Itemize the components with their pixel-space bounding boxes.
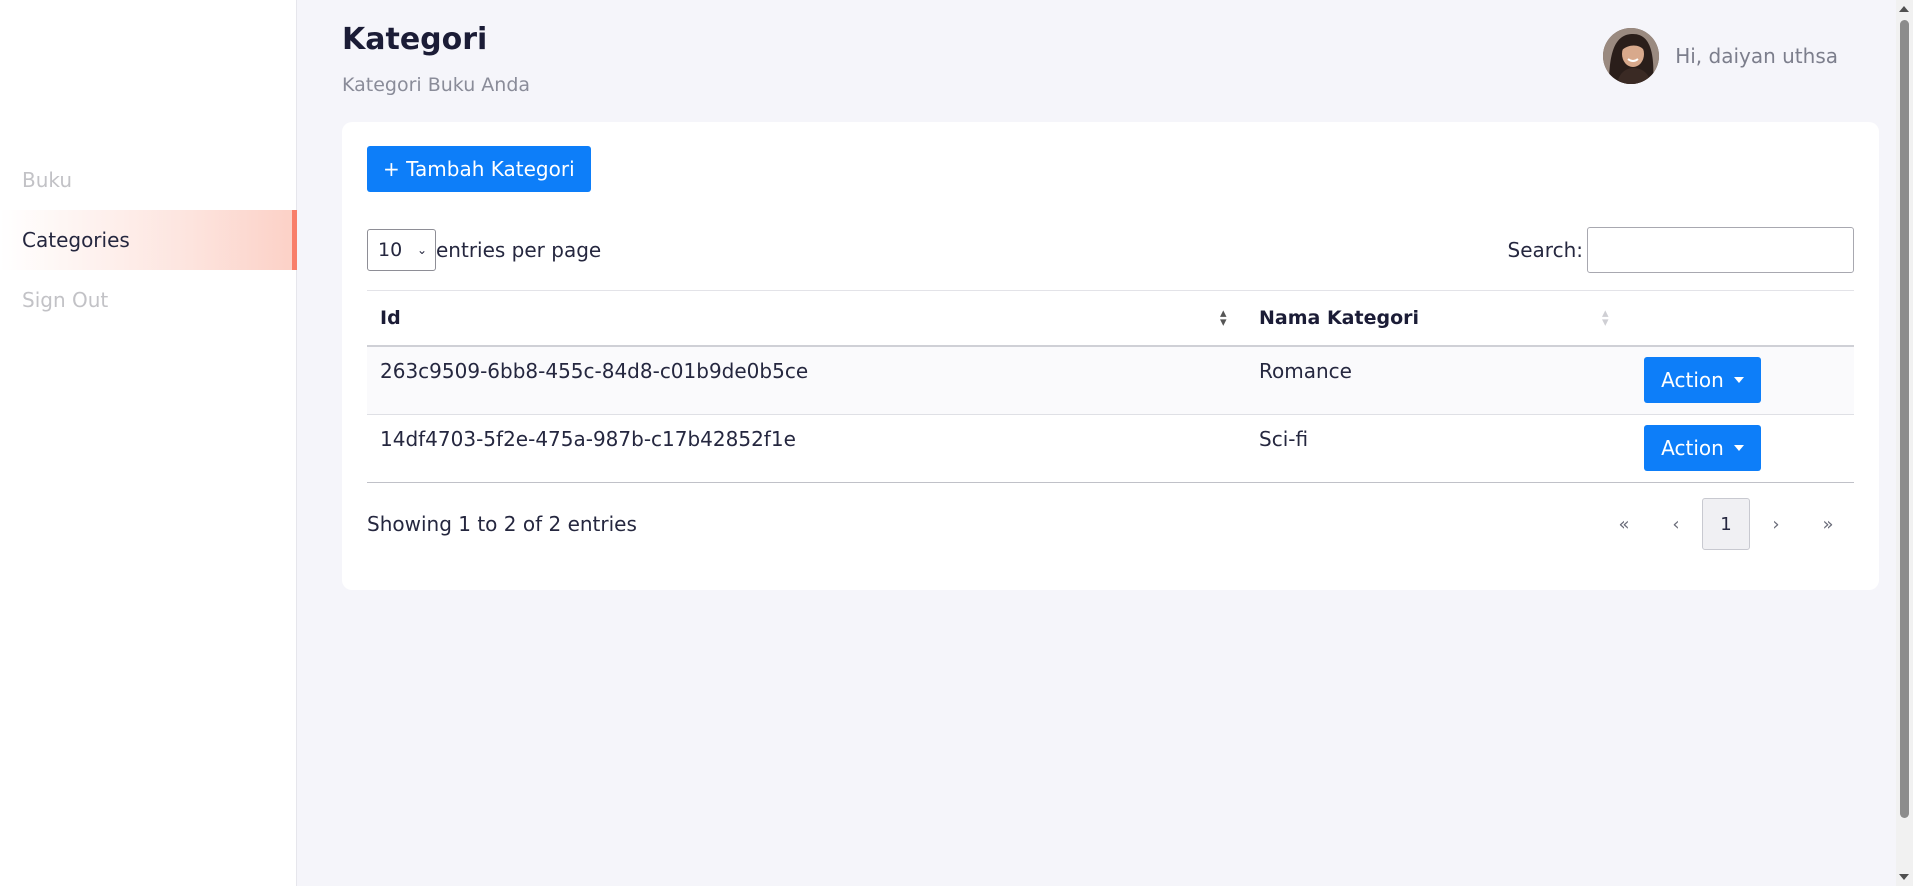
sort-desc-icon[interactable]: ▴ ▾ bbox=[1220, 307, 1227, 329]
column-header-name[interactable]: Nama Kategori bbox=[1259, 307, 1419, 329]
entries-label: entries per page bbox=[436, 238, 602, 262]
sidebar-item-categories[interactable]: Categories bbox=[0, 210, 297, 270]
sidebar-item-sign-out[interactable]: Sign Out bbox=[0, 270, 297, 330]
entries-per-page: 10 ⌄ entries per page bbox=[367, 229, 601, 271]
chevron-down-icon: ⌄ bbox=[416, 243, 427, 257]
action-label: Action bbox=[1661, 368, 1724, 392]
first-page-button[interactable]: « bbox=[1598, 498, 1650, 550]
user-greeting: Hi, daiyan uthsa bbox=[1675, 44, 1838, 68]
caret-down-icon bbox=[1733, 445, 1744, 451]
add-category-button[interactable]: + Tambah Kategori bbox=[367, 146, 591, 192]
categories-table: Id ▴ ▾ Nama Kategori ▴ ▾ 263c9509-6bb8-455… bbox=[367, 290, 1854, 483]
sidebar-item-buku[interactable]: Buku bbox=[0, 150, 297, 210]
search-input[interactable] bbox=[1587, 227, 1854, 273]
sidebar-item-label: Categories bbox=[22, 228, 130, 252]
category-name: Sci-fi bbox=[1259, 427, 1309, 451]
prev-page-button[interactable]: ‹ bbox=[1650, 498, 1702, 550]
entries-select[interactable]: 10 ⌄ bbox=[367, 229, 436, 271]
table-info: Showing 1 to 2 of 2 entries bbox=[367, 512, 637, 536]
page-1-button[interactable]: 1 bbox=[1702, 498, 1750, 550]
search: Search: bbox=[1508, 227, 1854, 273]
page-title: Kategori bbox=[342, 22, 488, 57]
categories-card: + Tambah Kategori 10 ⌄ entries per page … bbox=[342, 122, 1879, 590]
table-row: 263c9509-6bb8-455c-84d8-c01b9de0b5ce Rom… bbox=[367, 347, 1854, 415]
action-button[interactable]: Action bbox=[1644, 357, 1761, 403]
avatar[interactable] bbox=[1603, 28, 1660, 84]
action-button[interactable]: Action bbox=[1644, 425, 1761, 471]
category-id: 263c9509-6bb8-455c-84d8-c01b9de0b5ce bbox=[380, 359, 809, 383]
sidebar: Buku Categories Sign Out bbox=[0, 0, 297, 886]
pagination: « ‹ 1 › » bbox=[1598, 498, 1854, 550]
table-header: Id ▴ ▾ Nama Kategori ▴ ▾ bbox=[367, 291, 1854, 347]
sort-icon[interactable]: ▴ ▾ bbox=[1602, 307, 1609, 329]
category-id: 14df4703-5f2e-475a-987b-c17b42852f1e bbox=[380, 427, 796, 451]
column-header-id[interactable]: Id bbox=[380, 307, 401, 329]
page-subtitle: Kategori Buku Anda bbox=[342, 74, 531, 96]
user-menu[interactable]: Hi, daiyan uthsa bbox=[1603, 28, 1838, 84]
sidebar-item-label: Sign Out bbox=[22, 288, 109, 312]
sidebar-item-label: Buku bbox=[22, 168, 73, 192]
scroll-down-icon[interactable] bbox=[1899, 874, 1909, 880]
category-name: Romance bbox=[1259, 359, 1352, 383]
caret-down-icon bbox=[1733, 377, 1744, 383]
sidebar-menu: Buku Categories Sign Out bbox=[0, 150, 297, 330]
table-row: 14df4703-5f2e-475a-987b-c17b42852f1e Sci… bbox=[367, 415, 1854, 483]
scroll-thumb[interactable] bbox=[1900, 20, 1909, 818]
action-label: Action bbox=[1661, 436, 1724, 460]
scroll-up-icon[interactable] bbox=[1899, 6, 1909, 12]
next-page-button[interactable]: › bbox=[1750, 498, 1802, 550]
scrollbar[interactable] bbox=[1896, 0, 1913, 886]
last-page-button[interactable]: » bbox=[1802, 498, 1854, 550]
entries-select-value: 10 bbox=[378, 239, 403, 261]
search-label: Search: bbox=[1507, 238, 1583, 262]
